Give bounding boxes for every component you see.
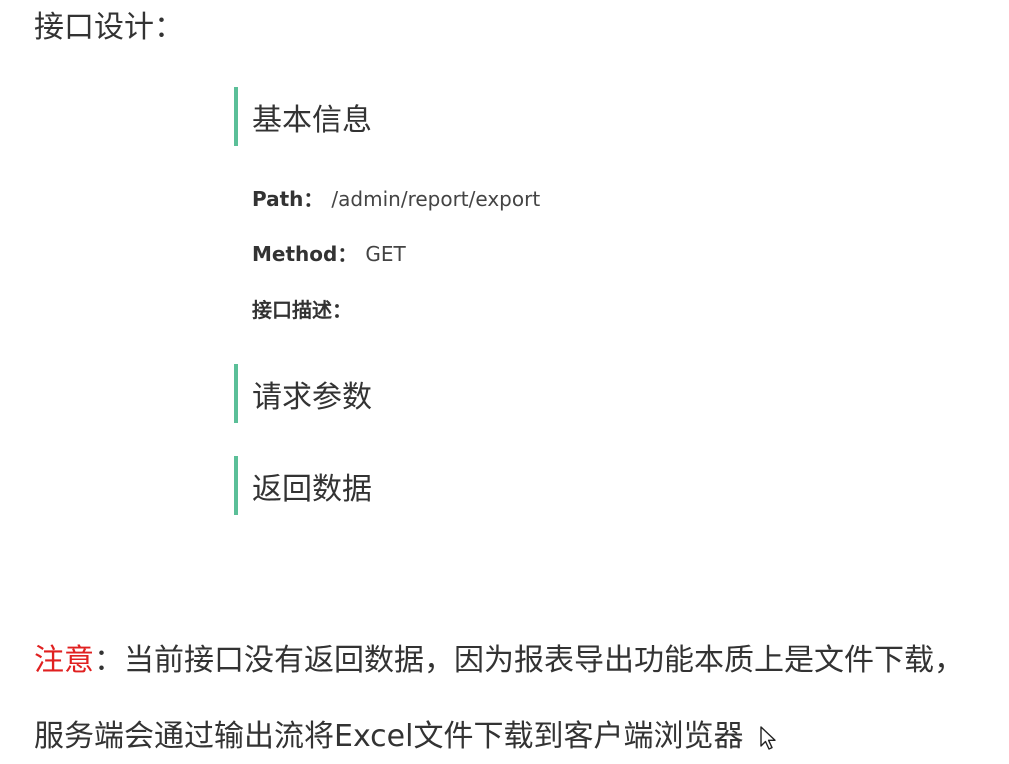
mouse-pointer-icon: [760, 725, 777, 750]
section-response-data-title: 返回数据: [252, 471, 372, 507]
section-request-params-title: 请求参数: [252, 379, 372, 415]
page-heading: 接口设计：: [34, 10, 184, 45]
description-row: 接口描述：: [252, 296, 352, 324]
path-row: Path： /admin/report/export: [252, 185, 540, 213]
method-value: GET: [365, 242, 406, 266]
method-label: Method：: [252, 242, 358, 266]
note-line-2-text: 服务端会通过输出流将Excel文件下载到客户端浏览器: [34, 719, 744, 754]
section-request-params: 请求参数: [234, 364, 372, 423]
path-label: Path：: [252, 187, 324, 211]
note-line-2: 服务端会通过输出流将Excel文件下载到客户端浏览器: [34, 717, 779, 757]
note-label: 注意: [34, 643, 94, 678]
section-response-data: 返回数据: [234, 456, 372, 515]
method-row: Method： GET: [252, 240, 406, 268]
note-line-1: 注意：当前接口没有返回数据，因为报表导出功能本质上是文件下载，: [34, 641, 964, 681]
description-label: 接口描述：: [252, 298, 352, 322]
section-basic-info: 基本信息: [234, 87, 372, 146]
path-value: /admin/report/export: [331, 187, 541, 211]
section-basic-info-title: 基本信息: [252, 102, 372, 138]
note-line-1-text: ：当前接口没有返回数据，因为报表导出功能本质上是文件下载，: [94, 643, 964, 678]
